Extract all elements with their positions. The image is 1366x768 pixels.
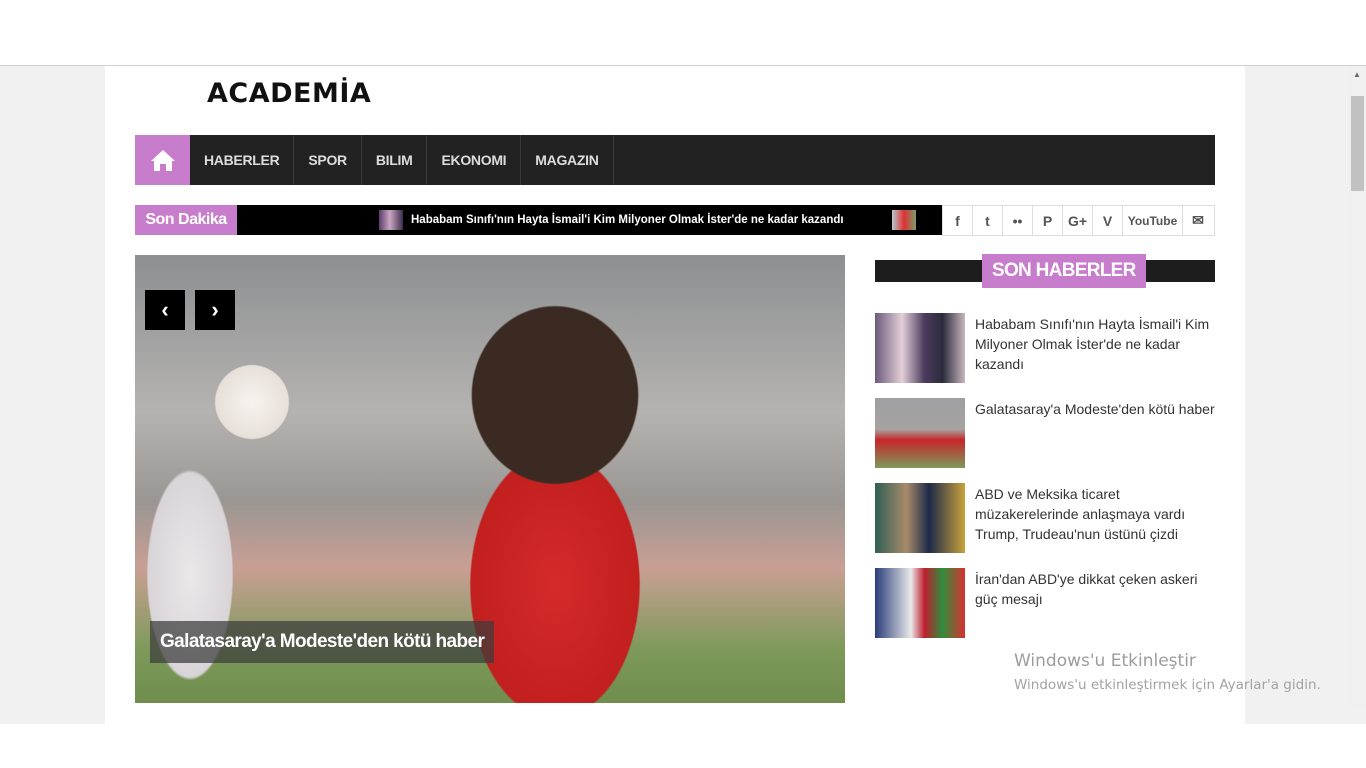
browser-bottom-area	[0, 724, 1366, 768]
news-title[interactable]: İran'dan ABD'ye dikkat çeken askeri güç …	[975, 569, 1215, 638]
pinterest-icon[interactable]: P	[1033, 206, 1063, 235]
news-thumbnail[interactable]	[875, 313, 965, 383]
ticker-label: Son Dakika	[135, 205, 237, 235]
browser-top-area	[0, 0, 1366, 66]
slider-next-button[interactable]: ›	[195, 290, 235, 330]
scrollbar-thumb[interactable]	[1351, 96, 1364, 191]
ticker-headline[interactable]: Hababam Sınıfı'nın Hayta İsmail'i Kim Mi…	[411, 214, 844, 226]
page-scrollbar[interactable]: ▲	[1349, 66, 1366, 708]
news-thumbnail[interactable]	[875, 568, 965, 638]
featured-slider[interactable]: ‹ › Galatasaray'a Modeste'den kötü haber	[135, 255, 845, 703]
activation-watermark-title: Windows'u Etkinleştir	[1014, 651, 1196, 671]
breaking-news-ticker: Son Dakika Hababam Sınıfı'nın Hayta İsma…	[135, 205, 942, 235]
flickr-icon[interactable]: ••	[1003, 206, 1033, 235]
news-title[interactable]: Hababam Sınıfı'nın Hayta İsmail'i Kim Mi…	[975, 314, 1215, 383]
site-logo[interactable]: ACADEMİA	[207, 78, 371, 109]
news-item[interactable]: İran'dan ABD'ye dikkat çeken askeri güç …	[875, 568, 1215, 638]
scroll-up-icon[interactable]: ▲	[1353, 70, 1361, 79]
news-item[interactable]: Galatasaray'a Modeste'den kötü haber	[875, 398, 1215, 468]
home-button[interactable]	[135, 135, 190, 185]
sidebar-title: SON HABERLER	[982, 254, 1146, 288]
news-thumbnail[interactable]	[875, 398, 965, 468]
nav-item-magazin[interactable]: MAGAZIN	[521, 135, 614, 185]
nav-item-spor[interactable]: SPOR	[294, 135, 362, 185]
home-icon	[150, 150, 175, 171]
youtube-icon[interactable]: YouTube	[1123, 206, 1183, 235]
main-nav: HABERLER SPOR BILIM EKONOMI MAGAZIN	[135, 135, 1215, 185]
facebook-icon[interactable]: f	[943, 206, 973, 235]
news-thumbnail[interactable]	[875, 483, 965, 553]
google-plus-icon[interactable]: G+	[1063, 206, 1093, 235]
ticker-thumbnail[interactable]	[379, 210, 403, 230]
page-container: ACADEMİA HABERLER SPOR BILIM EKONOMI MAG…	[105, 66, 1245, 724]
ticker-thumbnail-next[interactable]	[891, 210, 916, 230]
news-item[interactable]: Hababam Sınıfı'nın Hayta İsmail'i Kim Mi…	[875, 313, 1215, 383]
nav-item-bilim[interactable]: BILIM	[362, 135, 428, 185]
email-icon[interactable]: ✉	[1183, 206, 1213, 235]
activation-watermark-text: Windows'u etkinleştirmek için Ayarlar'a …	[1014, 677, 1321, 693]
nav-item-haberler[interactable]: HABERLER	[190, 135, 295, 185]
social-links: f t •• P G+ V YouTube ✉	[942, 205, 1215, 236]
twitter-icon[interactable]: t	[973, 206, 1003, 235]
sidebar-header: SON HABERLER	[875, 254, 1215, 288]
nav-item-ekonomi[interactable]: EKONOMI	[427, 135, 522, 185]
slider-caption[interactable]: Galatasaray'a Modeste'den kötü haber	[150, 621, 495, 663]
news-title[interactable]: Galatasaray'a Modeste'den kötü haber	[975, 399, 1215, 468]
news-item[interactable]: ABD ve Meksika ticaret müzakerelerinde a…	[875, 483, 1215, 553]
slider-prev-button[interactable]: ‹	[145, 290, 185, 330]
news-title[interactable]: ABD ve Meksika ticaret müzakerelerinde a…	[975, 484, 1215, 553]
vimeo-icon[interactable]: V	[1093, 206, 1123, 235]
